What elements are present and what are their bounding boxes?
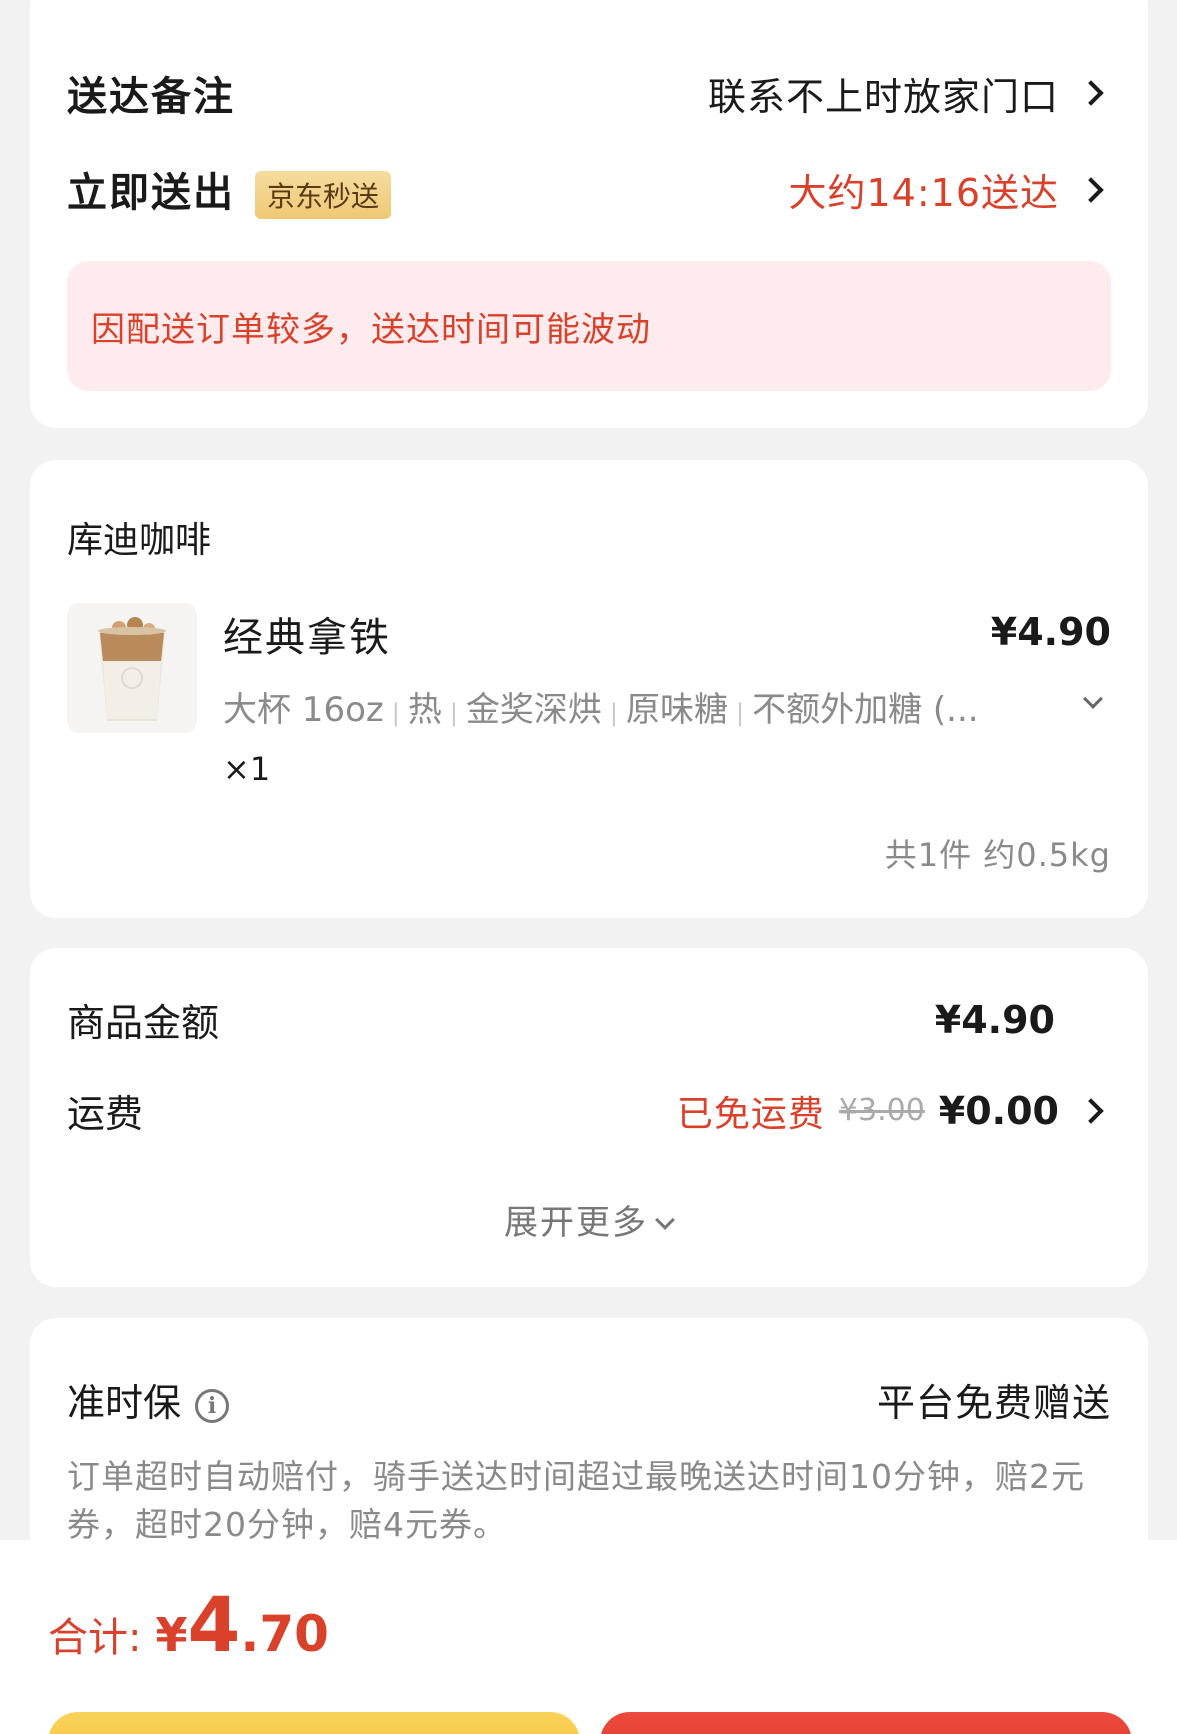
spec-size: 大杯 16oz xyxy=(223,690,384,730)
checkout-bar: 合计: ¥ 4 .70 xyxy=(0,1540,1177,1734)
spec-sugar-level: 不额外加糖 (... xyxy=(752,690,979,730)
item-thumbnail[interactable] xyxy=(67,603,197,733)
send-now-text: 立即送出 xyxy=(67,170,235,216)
shop-name: 库迪咖啡 xyxy=(67,520,212,561)
shipping-fee-value: ¥0.00 xyxy=(938,1088,1059,1133)
spec-separator: | xyxy=(391,699,400,727)
expand-more-button[interactable]: 展开更多 xyxy=(30,1195,1148,1244)
secondary-action-button[interactable] xyxy=(48,1712,580,1734)
send-now-label: 立即送出 京东秒送 xyxy=(67,160,392,219)
item-name: 经典拿铁 xyxy=(223,615,391,661)
spec-sugar-type: 原味糖 xyxy=(626,690,729,730)
expand-more-label: 展开更多 xyxy=(504,1203,648,1243)
ontime-title: 准时保 i xyxy=(67,1372,230,1427)
delivery-note-label: 送达备注 xyxy=(67,74,235,120)
chevron-right-icon xyxy=(1073,74,1111,112)
shop-card: 库迪咖啡 经典拿铁 ¥4.90 大杯 16oz | 热 | 金奖深烘 | 原味糖 | 不额外加糖… xyxy=(30,460,1148,918)
chevron-right-icon xyxy=(1073,1092,1111,1130)
ontime-description: 订单超时自动赔付，骑手送达时间超过最晚送达时间10分钟，赔2元券，超时20分钟，… xyxy=(67,1457,1085,1544)
shipping-fee-label: 运费 xyxy=(67,1092,144,1136)
primary-action-button[interactable] xyxy=(600,1712,1132,1734)
info-icon[interactable]: i xyxy=(195,1388,230,1423)
item-specs[interactable]: 大杯 16oz | 热 | 金奖深烘 | 原味糖 | 不额外加糖 (... xyxy=(223,682,979,731)
delivery-card: 送达备注 联系不上时放家门口 立即送出 京东秒送 大约14:16送达 因配送订单较… xyxy=(30,0,1148,428)
goods-amount-row: 商品金额 ¥4.90 xyxy=(67,992,1111,1047)
ontime-label: 准时保 xyxy=(67,1381,182,1425)
spec-temperature: 热 xyxy=(407,690,442,730)
item-summary: 共1件 约0.5kg xyxy=(884,836,1111,874)
ontime-value: 平台免费赠送 xyxy=(876,1381,1111,1425)
order-total: 合计: ¥ 4 .70 xyxy=(48,1580,329,1669)
ontime-row: 准时保 i 平台免费赠送 xyxy=(67,1372,1111,1427)
spec-separator: | xyxy=(449,699,458,727)
delivery-note-row[interactable]: 送达备注 联系不上时放家门口 xyxy=(67,64,1111,122)
shipping-free-text: 已免运费 xyxy=(676,1093,825,1135)
fee-card: 商品金额 ¥4.90 运费 已免运费 ¥3.00 ¥0.00 展开更多 xyxy=(30,948,1148,1287)
spec-separator: | xyxy=(609,699,619,727)
total-decimal: .70 xyxy=(240,1605,329,1663)
delivery-note-value: 联系不上时放家门口 xyxy=(707,74,1059,119)
goods-amount-label: 商品金额 xyxy=(67,1001,220,1045)
delivery-notice: 因配送订单较多，送达时间可能波动 xyxy=(67,261,1111,391)
total-integer: 4 xyxy=(187,1580,241,1669)
spec-roast: 金奖深烘 xyxy=(465,690,602,730)
chevron-right-icon xyxy=(1073,171,1111,209)
goods-amount-value: ¥4.90 xyxy=(934,997,1055,1042)
chevron-down-icon[interactable] xyxy=(1082,692,1102,712)
item-price: ¥4.90 xyxy=(990,610,1111,654)
delivery-time-row[interactable]: 立即送出 京东秒送 大约14:16送达 xyxy=(67,160,1111,219)
latte-cup-image xyxy=(67,603,197,733)
spec-separator: | xyxy=(736,699,745,727)
eta-text: 大约14:16送达 xyxy=(788,171,1059,215)
jd-express-badge: 京东秒送 xyxy=(255,171,392,219)
shipping-fee-row[interactable]: 运费 已免运费 ¥3.00 ¥0.00 xyxy=(67,1083,1111,1138)
total-currency: ¥ xyxy=(155,1608,188,1662)
item-quantity: ×1 xyxy=(223,750,271,788)
total-label: 合计: xyxy=(48,1615,142,1661)
chevron-down-icon xyxy=(654,1215,674,1235)
shipping-original-price: ¥3.00 xyxy=(838,1093,925,1128)
